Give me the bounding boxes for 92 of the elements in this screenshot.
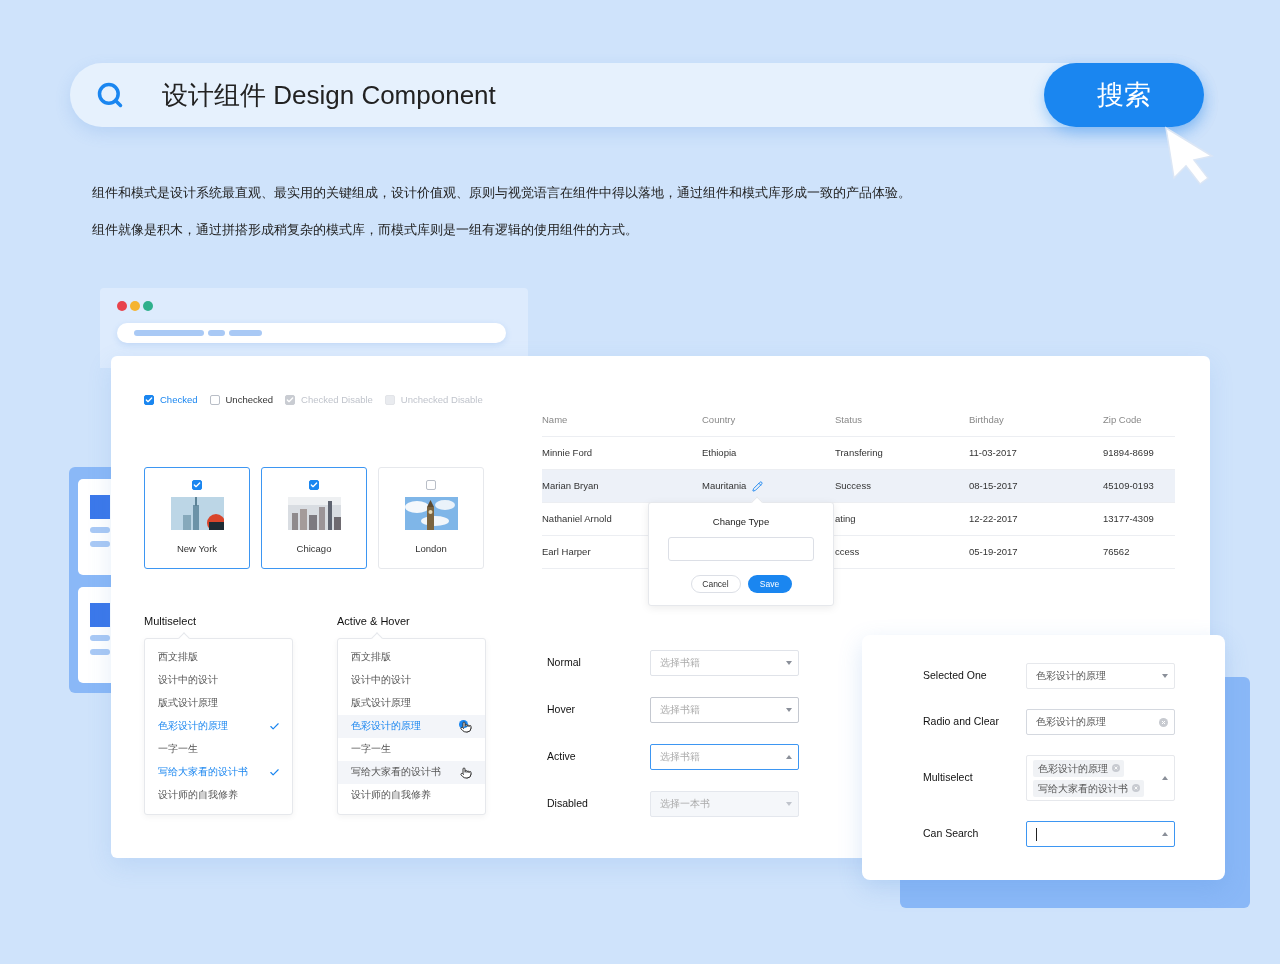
- table-cell-text: Minnie Ford: [542, 445, 593, 460]
- dropdown-option[interactable]: 色彩设计的原理: [145, 715, 292, 738]
- search-select-field[interactable]: [1026, 821, 1175, 847]
- table-cell-text: Transfering: [835, 445, 883, 460]
- city-card[interactable]: Chicago: [261, 467, 367, 569]
- city-label: New York: [176, 542, 218, 556]
- search-field[interactable]: 设计组件 Design Component: [162, 75, 496, 115]
- table-cell-text: Nathaniel Arnold: [542, 511, 612, 526]
- table-cell-text: Success: [835, 478, 871, 493]
- tag: 色彩设计的原理: [1033, 759, 1124, 777]
- checkbox-label: Unchecked: [225, 392, 274, 407]
- table-cell-text: 13177-4309: [1103, 511, 1154, 526]
- city-card[interactable]: New York: [144, 467, 250, 569]
- dropdown-option[interactable]: 西文排版: [145, 646, 292, 669]
- caret-icon: [786, 802, 792, 806]
- save-button[interactable]: Save: [747, 575, 792, 594]
- type-input[interactable]: [668, 537, 814, 562]
- table-cell-text: 11-03-2017: [969, 445, 1017, 460]
- state-label: Normal: [547, 655, 582, 671]
- table-cell-text: 08-15-2017: [969, 478, 1018, 493]
- checkbox[interactable]: [426, 480, 436, 490]
- state-label: Hover: [547, 702, 576, 718]
- dropdown-option[interactable]: 写给大家看的设计书: [145, 761, 292, 784]
- dropdown-option[interactable]: 一字一生: [338, 738, 485, 761]
- tag-remove-icon[interactable]: [1132, 784, 1140, 792]
- checkbox-label: Checked Disable: [301, 392, 373, 407]
- state-label: Disabled: [547, 796, 589, 812]
- caret-icon: [786, 708, 792, 712]
- state-label: Active: [547, 749, 577, 765]
- intro-paragraph: 组件就像是积木，通过拼搭形成稍复杂的模式库，而模式库则是一组有逻辑的使用组件的方式。: [92, 221, 639, 239]
- popover-title: Change Type: [712, 515, 770, 529]
- select-field[interactable]: 色彩设计的原理: [1026, 709, 1175, 735]
- dropdown-option[interactable]: 设计师的自我修养: [145, 784, 292, 807]
- checkbox[interactable]: [309, 480, 319, 490]
- table-cell-text: ccess: [835, 544, 860, 559]
- table-cell-text: 12-22-2017: [969, 511, 1018, 526]
- checkbox[interactable]: [144, 395, 154, 405]
- checkbox[interactable]: [192, 480, 202, 490]
- cancel-button[interactable]: Cancel: [690, 575, 741, 594]
- dropdown-option[interactable]: 西文排版: [338, 646, 485, 669]
- dropdown-option[interactable]: 设计师的自我修养: [338, 784, 485, 807]
- column-header: Zip Code: [1103, 413, 1143, 428]
- column-header: Birthday: [969, 413, 1005, 428]
- field-label: Multiselect: [923, 770, 974, 786]
- table-cell-text: 76562: [1103, 544, 1130, 559]
- dropdown-option[interactable]: 一字一生: [145, 738, 292, 761]
- table-cell-text: 05-19-2017: [969, 544, 1018, 559]
- city-label: Chicago: [296, 542, 332, 556]
- table-cell-text: 91894-8699: [1103, 445, 1154, 460]
- field-label: Can Search: [923, 826, 980, 842]
- column-header: Country: [702, 413, 737, 428]
- multiselect-field[interactable]: 色彩设计的原理 写给大家看的设计书: [1026, 755, 1175, 801]
- dropdown-option[interactable]: 版式设计原理: [145, 692, 292, 715]
- select-field[interactable]: 色彩设计的原理: [1026, 663, 1175, 689]
- dropdown-option[interactable]: 设计中的设计: [145, 669, 292, 692]
- city-card[interactable]: London: [378, 467, 484, 569]
- caret-icon: [786, 755, 792, 759]
- checkbox-label: Unchecked Disable: [400, 392, 483, 407]
- section-title: Active & Hover: [337, 614, 411, 628]
- caret-icon: [1162, 832, 1168, 836]
- dropdown-option[interactable]: 写给大家看的设计书: [338, 761, 485, 784]
- dropdown-option[interactable]: 设计中的设计: [338, 669, 485, 692]
- field-label: Radio and Clear: [923, 714, 1000, 730]
- tag-remove-icon[interactable]: [1112, 764, 1120, 772]
- table-cell-text: 45109-0193: [1103, 478, 1154, 493]
- check-icon: [269, 721, 280, 732]
- intro-paragraph: 组件和模式是设计系统最直观、最实用的关键组成，设计价值观、原则与视觉语言在组件中得以落地，通过组件和模式库形成一致的产品体验。: [92, 184, 911, 202]
- hand-cursor-icon: [459, 765, 473, 780]
- table-cell-text: Marian Bryan: [542, 478, 599, 493]
- section-title: Multiselect: [144, 614, 197, 628]
- checkbox[interactable]: [209, 395, 220, 405]
- search-button[interactable]: 搜索: [1044, 63, 1204, 127]
- column-header: Name: [542, 413, 569, 428]
- table-cell-text: Mauritania: [702, 478, 747, 493]
- dropdown-option[interactable]: 色彩设计的原理: [338, 715, 485, 738]
- dropdown-option[interactable]: 版式设计原理: [338, 692, 485, 715]
- text-cursor-icon: [1036, 827, 1037, 841]
- search-icon: [96, 81, 124, 109]
- table-cell-text: ating: [835, 511, 856, 526]
- hand-cursor-icon: [459, 719, 473, 734]
- checkbox-label: Checked: [160, 392, 198, 407]
- column-header: Status: [835, 413, 863, 428]
- clear-icon[interactable]: [1159, 717, 1168, 727]
- city-label: London: [415, 542, 447, 556]
- edit-icon[interactable]: [752, 480, 764, 492]
- check-icon: [269, 767, 280, 778]
- tag: 写给大家看的设计书: [1033, 779, 1144, 797]
- field-label: Selected One: [923, 668, 988, 684]
- table-cell-text: Ethiopia: [702, 445, 737, 460]
- table-cell-text: Earl Harper: [542, 544, 591, 559]
- caret-icon: [786, 661, 792, 665]
- caret-icon: [1162, 776, 1168, 780]
